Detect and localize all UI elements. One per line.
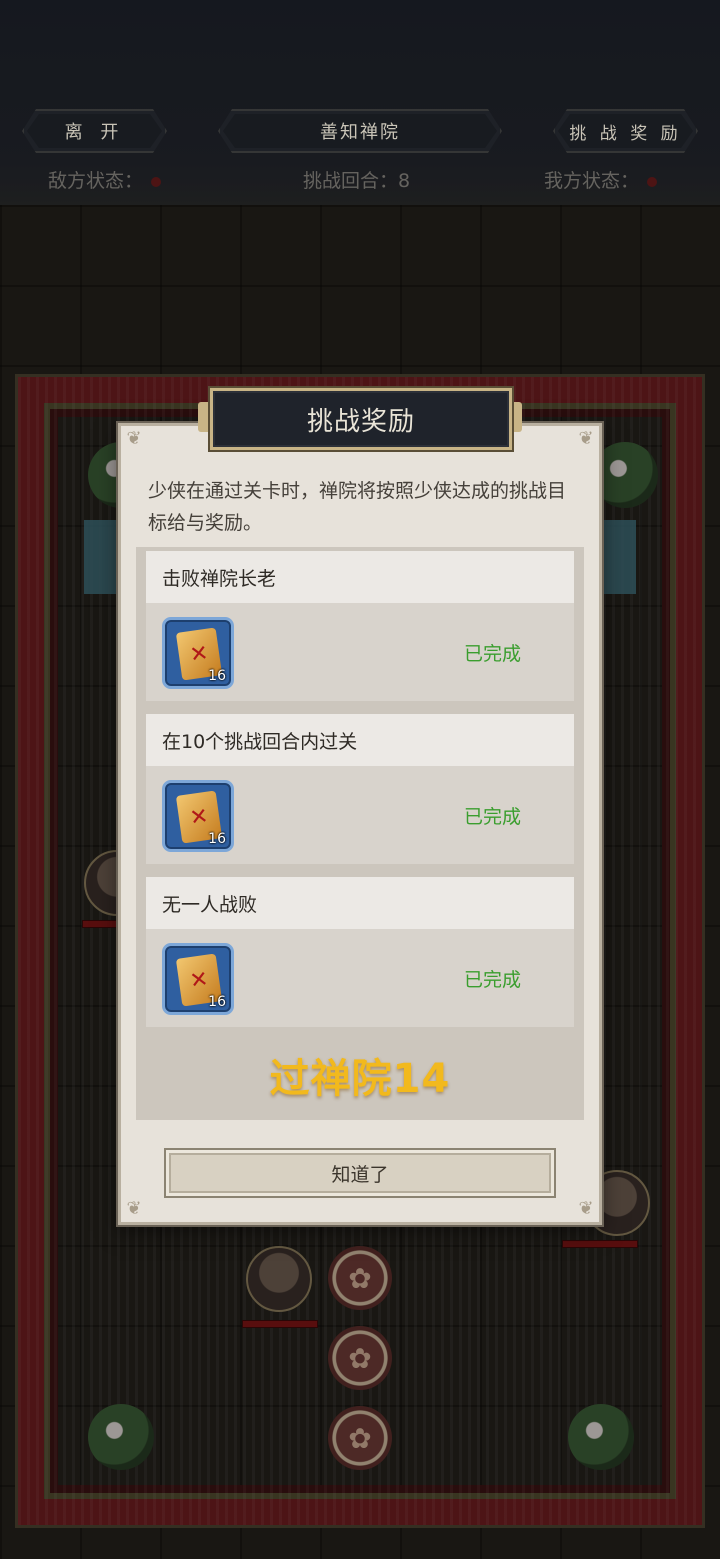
- task-item: 无一人战败 ✕ 16 已完成: [146, 877, 574, 1027]
- task-status: 已完成: [464, 806, 522, 828]
- reward-count: 16: [208, 668, 226, 684]
- corner-ornament-icon: ❦: [126, 1198, 142, 1219]
- reward-count: 16: [208, 994, 226, 1010]
- dialog-intro-text: 少侠在通过关卡时，禅院将按照少侠达成的挑战目标给与奖励。: [148, 480, 567, 534]
- stage-clear-text: 过禅院14: [269, 1056, 451, 1102]
- corner-ornament-icon: ❦: [578, 1198, 594, 1219]
- reward-count: 16: [208, 831, 226, 847]
- corner-ornament-icon: ❦: [578, 428, 594, 449]
- reward-item-slot[interactable]: ✕ 16: [162, 943, 234, 1015]
- confirm-button[interactable]: 知道了: [164, 1148, 556, 1198]
- task-name: 在10个挑战回合内过关: [146, 714, 574, 766]
- reward-item-slot[interactable]: ✕ 16: [162, 780, 234, 852]
- task-item: 击败禅院长老 ✕ 16 已完成: [146, 551, 574, 701]
- corner-ornament-icon: ❦: [126, 428, 142, 449]
- task-status: 已完成: [464, 643, 522, 665]
- task-name: 无一人战败: [146, 877, 574, 929]
- reward-item-slot[interactable]: ✕ 16: [162, 617, 234, 689]
- task-status: 已完成: [464, 969, 522, 991]
- dialog-title: 挑战奖励: [210, 388, 512, 450]
- task-item: 在10个挑战回合内过关 ✕ 16 已完成: [146, 714, 574, 864]
- task-name: 击败禅院长老: [146, 551, 574, 603]
